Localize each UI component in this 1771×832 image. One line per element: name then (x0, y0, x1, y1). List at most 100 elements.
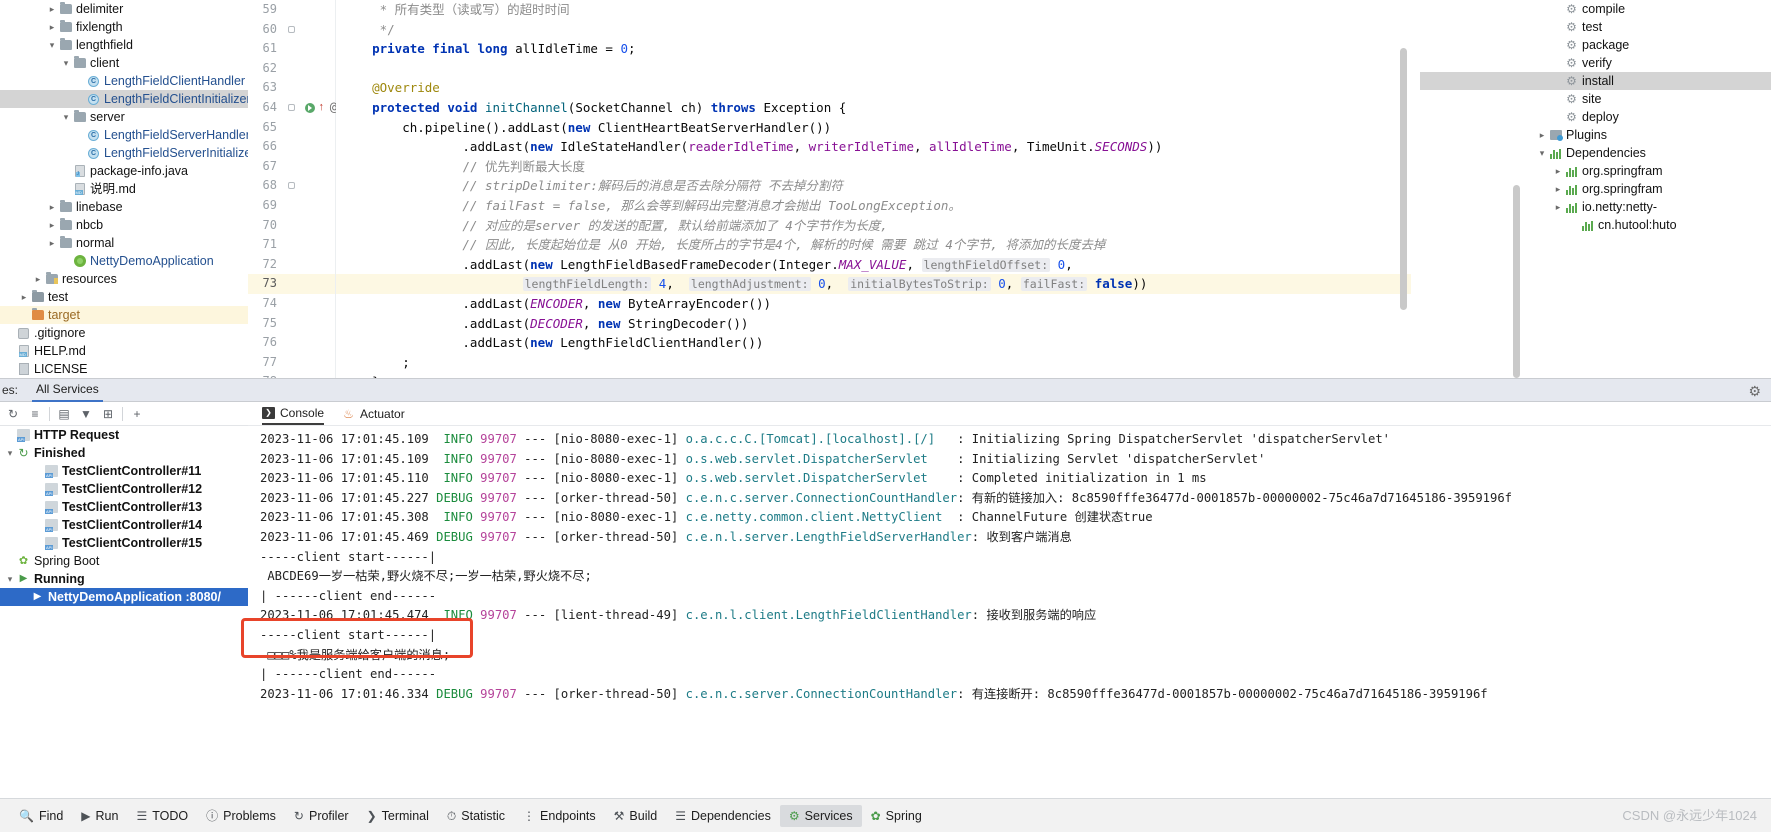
tab-all-services[interactable]: All Services (32, 379, 103, 402)
code-line[interactable]: // failFast = false, 那么会等到解码出完整消息才会抛出 To… (336, 196, 1411, 216)
rerun-icon[interactable]: ↻ (2, 403, 24, 425)
code-line[interactable]: ; (336, 353, 1411, 373)
project-tree-row[interactable]: ▸ delimiter (0, 0, 248, 18)
gutter-line[interactable]: 66 (248, 137, 335, 157)
gutter-line[interactable]: 70 (248, 216, 335, 236)
code-line[interactable]: protected void initChannel(SocketChannel… (336, 98, 1411, 118)
code-line[interactable]: .addLast(new LengthFieldClientHandler()) (336, 333, 1411, 353)
project-tree-row[interactable]: ▾ client (0, 54, 248, 72)
maven-tree-row[interactable]: ▸ Plugins (1420, 126, 1771, 144)
fold-marker-icon[interactable] (288, 25, 295, 33)
maven-tree-row[interactable]: ▸ org.springfram (1420, 180, 1771, 198)
chevron-right-icon[interactable]: ▸ (1552, 162, 1564, 180)
project-tree-row[interactable]: 说明.md (0, 180, 248, 198)
console-tab[interactable]: ❯ Console (262, 402, 325, 425)
settings-icon[interactable]: ⚙ (1748, 384, 1761, 398)
code-line[interactable]: .addLast(new LengthFieldBasedFrameDecode… (336, 255, 1411, 275)
code-line[interactable]: */ (336, 20, 1411, 40)
gutter-line[interactable]: 76 (248, 333, 335, 353)
gutter-line[interactable]: 59 (248, 0, 335, 20)
chevron-down-icon[interactable]: ▾ (60, 108, 72, 126)
status-bar-item-find[interactable]: 🔍 Find (10, 805, 72, 827)
gutter-line[interactable]: 71 (248, 235, 335, 255)
code-line[interactable]: // 因此, 长度起始位是 从0 开始, 长度所占的字节是4个, 解析的时候 需… (336, 235, 1411, 255)
maven-tree-row[interactable]: ⚙ package (1420, 36, 1771, 54)
gutter-line[interactable]: 72 (248, 255, 335, 275)
gutter-line[interactable]: 69 (248, 196, 335, 216)
project-tool-window[interactable]: ▸ delimiter ▸ fixlength ▾ lengthfield ▾ client C… (0, 0, 248, 378)
project-tree-row[interactable]: ▾ server (0, 108, 248, 126)
gutter-line[interactable]: 63 (248, 78, 335, 98)
gutter-line[interactable]: 64 ↑ @ (248, 98, 337, 118)
status-bar-item-statistic[interactable]: ⏱ Statistic (438, 805, 514, 827)
services-tree-row[interactable]: TestClientController#15 (0, 534, 248, 552)
project-tree-row[interactable]: ▸ resources (0, 270, 248, 288)
gutter-line[interactable]: 75 (248, 314, 335, 334)
project-tree-row[interactable]: C LengthFieldServerInitializer (0, 144, 248, 162)
chevron-down-icon[interactable]: ▾ (4, 570, 16, 588)
project-tree-row[interactable]: ▾ lengthfield (0, 36, 248, 54)
chevron-right-icon[interactable]: ▸ (46, 216, 58, 234)
chevron-right-icon[interactable]: ▸ (46, 198, 58, 216)
services-tree-row[interactable]: HTTP Request (0, 426, 248, 444)
services-tree-row[interactable]: ✿ Spring Boot (0, 552, 248, 570)
filter-icon[interactable]: ▼ (75, 403, 97, 425)
project-tree-row[interactable]: HELP.md (0, 342, 248, 360)
code-line[interactable]: .addLast(DECODER, new StringDecoder()) (336, 314, 1411, 334)
code-line[interactable]: .addLast(ENCODER, new ByteArrayEncoder()… (336, 294, 1411, 314)
status-bar-item-dependencies[interactable]: ☰ Dependencies (666, 805, 780, 827)
code-line[interactable]: // 优先判断最大长度 (336, 157, 1411, 177)
fold-marker-icon[interactable] (288, 182, 295, 190)
services-tree-row[interactable]: ▶ NettyDemoApplication :8080/ (0, 588, 248, 606)
code-line[interactable]: // 对应的是server 的发送的配置, 默认给前端添加了 4个字节作为长度, (336, 216, 1411, 236)
gutter-line[interactable]: 68 (248, 176, 335, 196)
gutter-line[interactable]: 67 (248, 157, 335, 177)
services-tree-row[interactable]: TestClientController#13 (0, 498, 248, 516)
maven-tree-row[interactable]: ⚙ install (1420, 72, 1771, 90)
project-tree-row[interactable]: ▸ linebase (0, 198, 248, 216)
chevron-right-icon[interactable]: ▸ (1552, 180, 1564, 198)
project-tree-row[interactable]: .gitignore (0, 324, 248, 342)
chevron-down-icon[interactable]: ▾ (1536, 144, 1548, 162)
chevron-right-icon[interactable]: ▸ (46, 0, 58, 18)
code-line[interactable] (336, 59, 1411, 79)
project-tree-row[interactable]: NettyDemoApplication (0, 252, 248, 270)
project-tree-row[interactable]: C LengthFieldClientHandler (0, 72, 248, 90)
chevron-down-icon[interactable]: ▾ (60, 54, 72, 72)
status-bar-item-build[interactable]: ⚒ Build (605, 805, 667, 827)
project-tree-row[interactable]: target (0, 306, 248, 324)
services-tree-row[interactable]: TestClientController#11 (0, 462, 248, 480)
gutter-line[interactable]: 60 (248, 20, 335, 40)
gutter-line[interactable]: 61 (248, 39, 335, 59)
gutter-line[interactable]: 73 (248, 274, 335, 294)
project-tree-row[interactable]: ▸ fixlength (0, 18, 248, 36)
services-tree-row[interactable]: TestClientController#14 (0, 516, 248, 534)
add-icon[interactable]: + (126, 403, 148, 425)
status-bar-item-run[interactable]: ▶ Run (72, 805, 127, 827)
fold-marker-icon[interactable] (288, 103, 295, 111)
status-bar-item-profiler[interactable]: ↻ Profiler (285, 805, 358, 827)
code-line[interactable]: ch.pipeline().addLast(new ClientHeartBea… (336, 118, 1411, 138)
gutter-line[interactable]: 77 (248, 353, 335, 373)
editor-scrollbar[interactable] (1400, 48, 1407, 310)
run-gutter-icon[interactable] (305, 102, 315, 113)
maven-tree-row[interactable]: ⚙ test (1420, 18, 1771, 36)
chevron-down-icon[interactable]: ▾ (46, 36, 58, 54)
code-line[interactable]: * 所有类型（读或写）的超时时间 (336, 0, 1411, 20)
project-tree-row[interactable]: ▸ test (0, 288, 248, 306)
project-tree-row[interactable]: ▸ nbcb (0, 216, 248, 234)
code-line[interactable]: private final long allIdleTime = 0; (336, 39, 1411, 59)
status-bar-item-terminal[interactable]: ❯ Terminal (358, 805, 438, 827)
project-tree-row[interactable]: ▸ normal (0, 234, 248, 252)
console-output[interactable]: 2023-11-06 17:01:45.109 INFO 99707 --- [… (248, 426, 1771, 798)
project-tree-row[interactable]: C LengthFieldServerHandler (0, 126, 248, 144)
services-tree-row[interactable]: TestClientController#12 (0, 480, 248, 498)
project-tree-row[interactable]: C LengthFieldClientInitializer (0, 90, 248, 108)
services-tree-row[interactable]: ▾ ▶ Running (0, 570, 248, 588)
maven-tree-row[interactable]: ▸ org.springfram (1420, 162, 1771, 180)
group-icon[interactable]: ▤ (53, 403, 75, 425)
code-line[interactable]: // stripDelimiter:解码后的消息是否去除分隔符 不去掉分割符 (336, 176, 1411, 196)
chevron-right-icon[interactable]: ▸ (1536, 126, 1548, 144)
code-line[interactable]: @Override (336, 78, 1411, 98)
maven-tree-row[interactable]: ⚙ site (1420, 90, 1771, 108)
